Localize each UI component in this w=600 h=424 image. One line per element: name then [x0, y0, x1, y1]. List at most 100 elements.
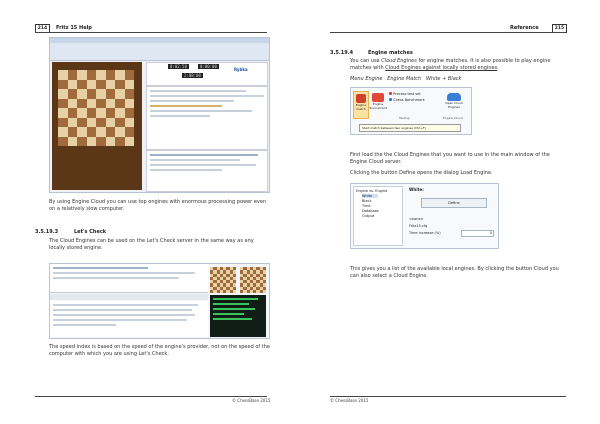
- board-square: [58, 136, 68, 146]
- board-square: [77, 70, 87, 80]
- board-square: [58, 79, 68, 89]
- board-square: [105, 89, 115, 99]
- testing-group-label: Testing: [399, 116, 410, 120]
- right-para2: Clicking the button Define opens the dia…: [350, 170, 493, 176]
- board-square: [105, 98, 115, 108]
- tooltip-text: Start match between two engines (Ctrl+F): [362, 126, 426, 130]
- time-increase-label: Time increase (%): [409, 231, 441, 235]
- board-square: [67, 127, 77, 137]
- board-square: [115, 70, 125, 80]
- board-square: [105, 127, 115, 137]
- board-square: [105, 70, 115, 80]
- board-square: [105, 117, 115, 127]
- mini-board-1: [210, 267, 236, 293]
- notation-pane: [146, 86, 268, 150]
- board-square: [124, 79, 134, 89]
- dialog-tree: Engine vs. Engine White Black Time Datab…: [353, 186, 403, 246]
- board-square: [232, 289, 236, 293]
- board-square: [124, 98, 134, 108]
- board-square: [86, 127, 96, 137]
- mini-board-2: [240, 267, 266, 293]
- board-square: [58, 127, 68, 137]
- board-square: [86, 79, 96, 89]
- right-para3: This gives you a list of the available l…: [350, 266, 559, 279]
- chess-benchmark-item[interactable]: Chess Benchmark: [389, 98, 425, 102]
- left-header-rule: [35, 32, 267, 33]
- engine-cloud-group-label: Engine Cloud: [443, 116, 463, 120]
- board-square: [115, 98, 125, 108]
- clock-remaining: 2:08:00: [182, 73, 203, 78]
- right-section-title: Engine matches: [368, 50, 413, 56]
- lets-check-top-pane: [50, 264, 208, 293]
- left-caption: By using Engine Cloud you can use top en…: [49, 199, 267, 212]
- board-square: [67, 79, 77, 89]
- board-square: [124, 89, 134, 99]
- define-button[interactable]: Define: [421, 198, 487, 208]
- benchmark-icon: [389, 98, 392, 101]
- process-test-set-item[interactable]: Process test set: [389, 92, 421, 96]
- engine-match-button[interactable]: Engine match: [353, 91, 369, 119]
- engine-match-icon: [356, 94, 366, 103]
- board-square: [77, 89, 87, 99]
- lets-check-screenshot: [49, 263, 270, 339]
- engine-none-value: <none>: [409, 217, 424, 221]
- board-square: [115, 79, 125, 89]
- engine-tournament-icon: [372, 93, 384, 102]
- cloud-icon: [447, 93, 461, 101]
- board-square: [86, 117, 96, 127]
- title-bar: [50, 38, 269, 43]
- board-square: [124, 117, 134, 127]
- tree-item-white[interactable]: White: [362, 194, 378, 198]
- tree-root[interactable]: Engine vs. Engine: [356, 189, 402, 193]
- tree-item-database[interactable]: Database: [362, 209, 402, 213]
- board-square: [77, 117, 87, 127]
- board-square: [77, 127, 87, 137]
- board-square: [58, 89, 68, 99]
- left-footer: © ChessBase 2015: [232, 398, 271, 403]
- cloud-engines-link[interactable]: Cloud Engines: [381, 58, 417, 64]
- board-square: [67, 136, 77, 146]
- left-section-title: Let's Check: [74, 229, 107, 235]
- engine-tournament-button[interactable]: Engine Tournament: [369, 91, 387, 117]
- intro-pre: You can use: [350, 58, 380, 64]
- engine-config-value: Fritz15.cfg: [409, 224, 428, 228]
- tree-item-time[interactable]: Time: [362, 204, 402, 208]
- lets-check-list: [50, 301, 208, 337]
- lets-check-console: [210, 295, 266, 337]
- test-set-icon: [389, 92, 392, 95]
- board-square: [124, 70, 134, 80]
- right-para1: First load the the Cloud Engines that yo…: [350, 152, 550, 165]
- board-square: [115, 89, 125, 99]
- board-square: [58, 98, 68, 108]
- board-square: [58, 70, 68, 80]
- board-square: [77, 98, 87, 108]
- board-square: [86, 98, 96, 108]
- chess-board: [58, 70, 134, 146]
- board-square: [67, 117, 77, 127]
- board-square: [262, 289, 266, 293]
- board-square: [124, 127, 134, 137]
- board-square: [96, 79, 106, 89]
- tree-item-black[interactable]: Black: [362, 199, 402, 203]
- menu-path: Menu Engine Engine Match White + Black: [350, 76, 462, 82]
- board-square: [67, 89, 77, 99]
- open-cloud-engines-button[interactable]: Open Cloud Engines: [439, 91, 469, 117]
- board-square: [58, 108, 68, 118]
- engine-ribbon-screenshot: Engine match Engine Tournament Process t…: [350, 87, 472, 135]
- left-header-title: Fritz 15 Help: [56, 25, 92, 31]
- time-increase-input[interactable]: 0: [461, 230, 494, 237]
- left-body: The speed index is based on the speed of…: [49, 344, 270, 357]
- tree-item-output[interactable]: Output: [362, 214, 402, 218]
- board-square: [77, 79, 87, 89]
- engine-dialog-screenshot: Engine vs. Engine White Black Time Datab…: [350, 183, 499, 249]
- engine-logo: Rybka: [234, 67, 248, 72]
- board-square: [96, 98, 106, 108]
- board-square: [86, 136, 96, 146]
- board-square: [67, 98, 77, 108]
- board-square: [86, 89, 96, 99]
- engine-pane: [146, 150, 268, 192]
- board-square: [105, 108, 115, 118]
- board-square: [86, 108, 96, 118]
- engine-matches-link[interactable]: Cloud Engines against locally stored eng…: [385, 65, 497, 71]
- board-square: [86, 70, 96, 80]
